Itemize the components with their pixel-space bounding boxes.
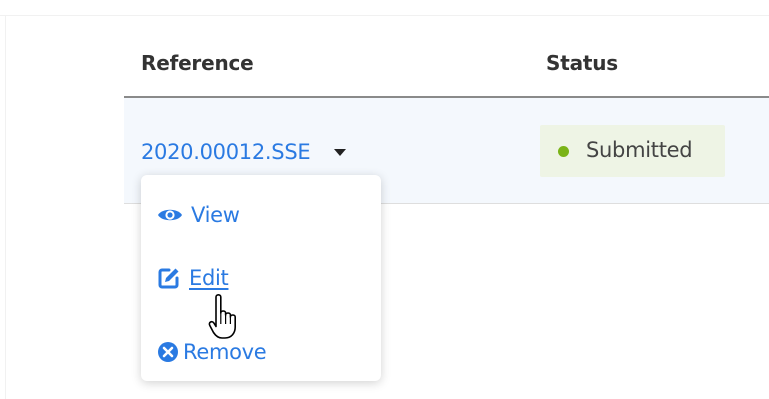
status-badge: Submitted — [540, 125, 725, 177]
remove-circle-icon — [157, 341, 179, 363]
edit-icon — [157, 266, 181, 290]
menu-item-remove[interactable]: Remove — [157, 340, 267, 364]
menu-item-view[interactable]: View — [157, 203, 240, 227]
caret-down-icon[interactable] — [334, 149, 346, 156]
status-dot-icon — [558, 146, 569, 157]
menu-item-label: Remove — [183, 340, 267, 364]
actions-dropdown-menu: View Edit Remove — [141, 175, 381, 381]
left-border — [5, 15, 6, 399]
menu-item-label: View — [191, 203, 240, 227]
top-border — [0, 15, 769, 16]
status-label: Submitted — [586, 138, 693, 162]
hand-pointer-cursor-icon — [208, 294, 248, 342]
column-header-reference[interactable]: Reference — [141, 51, 254, 75]
page: Reference Status 2020.00012.SSE Submitte… — [0, 0, 769, 399]
menu-item-label: Edit — [189, 266, 229, 290]
column-header-status[interactable]: Status — [546, 51, 618, 75]
menu-item-edit[interactable]: Edit — [157, 266, 229, 290]
eye-icon — [157, 206, 183, 224]
reference-link[interactable]: 2020.00012.SSE — [141, 140, 311, 164]
